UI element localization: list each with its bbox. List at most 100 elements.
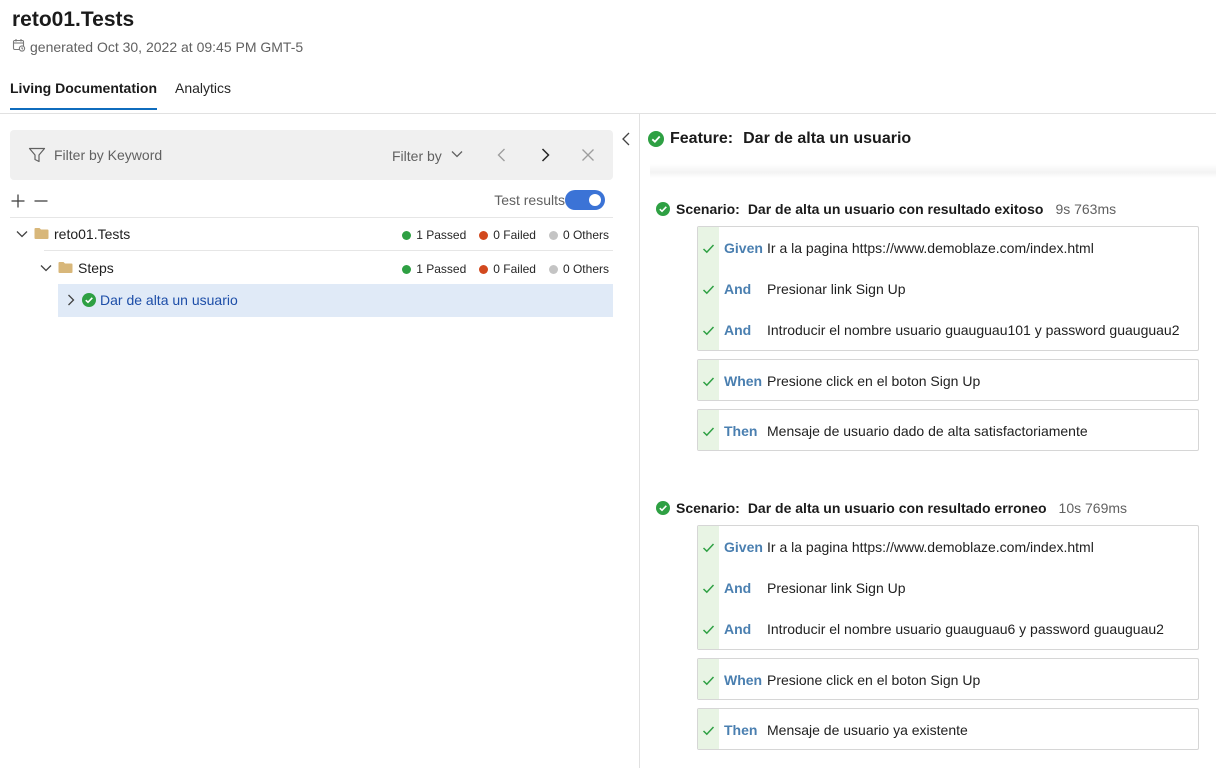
- checkmark-icon: [702, 427, 715, 437]
- passed-count: 1 Passed: [402, 262, 466, 276]
- step-row: When Presione click en el boton Sign Up: [698, 659, 1198, 700]
- passed-check-icon: [656, 501, 670, 515]
- step-group-when: When Presione click en el boton Sign Up: [697, 658, 1199, 700]
- filter-bar: Filter by: [10, 130, 613, 180]
- tree-node-label: Dar de alta un usuario: [100, 292, 238, 308]
- chevron-right-icon: [541, 148, 550, 162]
- scenario-heading[interactable]: Scenario: Dar de alta un usuario con res…: [656, 500, 1127, 516]
- tree-node-reto01-tests[interactable]: reto01.Tests 1 Passed 0 Failed 0 Others: [10, 218, 613, 251]
- step-text: Mensaje de usuario dado de alta satisfac…: [767, 423, 1088, 439]
- pane-divider[interactable]: [639, 114, 640, 768]
- filter-by-label: Filter by: [392, 147, 442, 164]
- tab-living-documentation[interactable]: Living Documentation: [10, 80, 157, 110]
- failed-count: 0 Failed: [479, 228, 536, 242]
- tree-node-label: reto01.Tests: [54, 226, 131, 242]
- step-row: And Presionar link Sign Up: [698, 268, 1198, 309]
- others-count: 0 Others: [548, 262, 609, 276]
- step-keyword: Given: [724, 539, 763, 555]
- checkmark-icon: [702, 244, 715, 254]
- checkmark-icon: [702, 543, 715, 553]
- step-keyword: And: [724, 322, 752, 338]
- filter-by-dropdown[interactable]: Filter by: [392, 147, 464, 164]
- step-group-then: Then Mensaje de usuario dado de alta sat…: [697, 409, 1199, 451]
- checkmark-icon: [702, 584, 715, 594]
- scenario-heading[interactable]: Scenario: Dar de alta un usuario con res…: [656, 201, 1116, 217]
- feature-heading: Feature: Dar de alta un usuario: [648, 130, 911, 148]
- step-keyword: Given: [724, 240, 763, 256]
- passed-dot-icon: [402, 230, 412, 240]
- step-keyword: Then: [724, 423, 758, 439]
- checkmark-icon: [702, 676, 715, 686]
- passed-check-icon: [648, 131, 664, 147]
- step-text: Presione click en el boton Sign Up: [767, 672, 981, 688]
- folder-icon: [34, 227, 49, 240]
- tree-node-label: Steps: [78, 260, 114, 276]
- failed-count: 0 Failed: [479, 262, 536, 276]
- passed-check-icon: [656, 202, 670, 216]
- step-keyword: When: [724, 373, 763, 389]
- clear-filter-button[interactable]: [577, 144, 599, 166]
- expand-all-button[interactable]: [10, 193, 28, 211]
- scenario-label: Scenario:: [676, 500, 740, 516]
- step-row: When Presione click en el boton Sign Up: [698, 360, 1198, 401]
- next-result-button[interactable]: [534, 144, 556, 166]
- others-text: 0 Others: [562, 262, 609, 276]
- chevron-left-icon: [622, 132, 630, 146]
- main-tabs: Living Documentation Analytics: [10, 80, 231, 110]
- test-results-toggle[interactable]: [565, 190, 605, 210]
- step-group-then: Then Mensaje de usuario ya existente: [697, 708, 1199, 750]
- checkmark-icon: [702, 625, 715, 635]
- step-text: Ir a la pagina https://www.demoblaze.com…: [767, 240, 1094, 256]
- tree-node-steps[interactable]: Steps 1 Passed 0 Failed 0 Others: [10, 252, 613, 285]
- node-stats: 1 Passed 0 Failed 0 Others: [402, 228, 609, 242]
- scenario-title: Dar de alta un usuario con resultado err…: [747, 500, 1047, 516]
- step-row: And Introducir el nombre usuario guaugua…: [698, 608, 1198, 649]
- step-text: Introducir el nombre usuario guauguau101…: [767, 322, 1180, 338]
- app-title: reto01.Tests: [12, 8, 135, 31]
- others-dot-icon: [548, 230, 558, 240]
- step-text: Presionar link Sign Up: [767, 281, 906, 297]
- chevron-left-icon: [497, 148, 505, 162]
- chevron-down-icon[interactable]: [39, 261, 53, 275]
- minus-icon: [34, 200, 48, 202]
- folder-icon: [58, 261, 73, 274]
- keyword-filter-input[interactable]: [54, 143, 354, 167]
- tree-node-dar-de-alta-un-usuario[interactable]: Dar de alta un usuario: [58, 284, 613, 317]
- previous-result-button[interactable]: [491, 144, 513, 166]
- row-divider: [44, 250, 613, 251]
- step-row: And Presionar link Sign Up: [698, 567, 1198, 608]
- passed-text: 1 Passed: [416, 262, 467, 276]
- header-divider: [0, 113, 1216, 114]
- chevron-down-icon: [450, 147, 464, 164]
- step-keyword: And: [724, 281, 752, 297]
- scenario-duration: 10s 769ms: [1058, 500, 1128, 516]
- feature-label: Feature:: [670, 130, 734, 147]
- failed-dot-icon: [479, 230, 489, 240]
- failed-dot-icon: [479, 264, 489, 274]
- step-group-given: Given Ir a la pagina https://www.demobla…: [697, 525, 1199, 650]
- step-keyword: Then: [724, 722, 758, 738]
- plus-icon: [11, 194, 25, 208]
- chevron-right-icon[interactable]: [64, 293, 78, 307]
- collapse-pane-button[interactable]: [620, 131, 632, 147]
- toggle-knob: [589, 194, 601, 206]
- close-icon: [582, 149, 594, 161]
- step-keyword: When: [724, 672, 763, 688]
- passed-count: 1 Passed: [402, 228, 466, 242]
- chevron-down-icon[interactable]: [15, 227, 29, 241]
- step-row: Then Mensaje de usuario ya existente: [698, 709, 1198, 750]
- step-text: Ir a la pagina https://www.demoblaze.com…: [767, 539, 1094, 555]
- scenario-duration: 9s 763ms: [1055, 201, 1117, 217]
- step-text: Mensaje de usuario ya existente: [767, 722, 968, 738]
- scenario-label: Scenario:: [676, 201, 740, 217]
- test-results-label: Test results: [494, 192, 565, 208]
- step-group-when: When Presione click en el boton Sign Up: [697, 359, 1199, 401]
- step-row: Given Ir a la pagina https://www.demobla…: [698, 227, 1198, 268]
- tab-analytics[interactable]: Analytics: [175, 80, 231, 110]
- checkmark-icon: [702, 726, 715, 736]
- collapse-all-button[interactable]: [33, 193, 51, 211]
- step-group-given: Given Ir a la pagina https://www.demobla…: [697, 226, 1199, 351]
- node-stats: 1 Passed 0 Failed 0 Others: [402, 262, 609, 276]
- step-row: And Introducir el nombre usuario guaugua…: [698, 309, 1198, 350]
- checkmark-icon: [702, 377, 715, 387]
